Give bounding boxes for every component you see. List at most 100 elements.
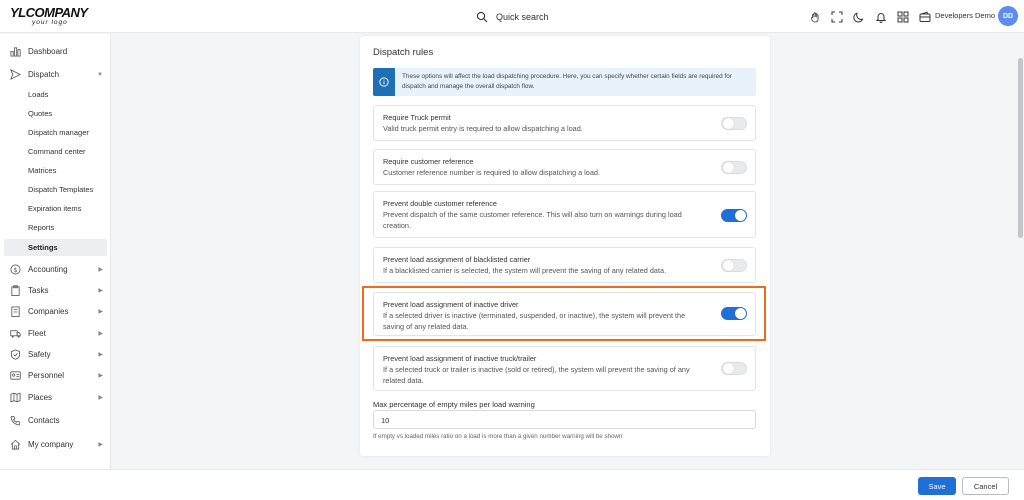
sidebar-item-fleet[interactable]: Fleet ▶ [4,325,107,342]
save-button[interactable]: Save [918,477,956,495]
rule-description: If a selected truck or trailer is inacti… [383,365,690,385]
toggle-prevent-double-customer-reference[interactable] [721,209,747,222]
sidebar-item-safety[interactable]: Safety ▶ [4,346,107,363]
sidebar-subitem-label: Expiration items [28,204,82,213]
chevron-right-icon: ▶ [98,309,103,315]
sidebar-item-label: Contacts [28,416,60,425]
sidebar-subitem-expiration-items[interactable]: Expiration items [4,200,107,217]
sidebar-subitem-label: Loads [28,90,49,99]
dollar-icon: $ [9,264,21,276]
toggle-prevent-inactive-truck-trailer[interactable] [721,362,747,375]
svg-text:$: $ [13,266,17,274]
sidebar-subitem-loads[interactable]: Loads [4,86,107,103]
rule-title: Require Truck permit [383,113,451,122]
sidebar-item-my-company[interactable]: My company ▶ [4,436,107,453]
max-empty-miles-label: Max percentage of empty miles per load w… [373,400,535,409]
company-logo[interactable]: YLCOMPANY your logo [10,6,88,28]
cancel-button[interactable]: Cancel [962,477,1009,495]
logo-main-text: YLCOMPANY [10,5,88,20]
home-icon [9,439,21,451]
search-icon [476,11,488,23]
sidebar-item-contacts[interactable]: Contacts [4,412,107,429]
sidebar-item-label: Dispatch [28,70,60,79]
toggle-knob [723,363,734,374]
sidebar-subitem-dispatch-manager[interactable]: Dispatch manager [4,124,107,141]
fullscreen-icon[interactable] [826,9,848,24]
sidebar-subitem-label: Dispatch Templates [28,185,94,194]
sidebar: Dashboard Dispatch ▼ Loads Quotes Dispat… [0,34,111,469]
toggle-knob [735,210,746,221]
rule-description: Customer reference number is required to… [383,168,600,177]
sidebar-subitem-label: Quotes [28,109,53,118]
apps-grid-icon[interactable] [892,9,914,24]
quick-search[interactable]: Quick search [476,9,549,25]
sidebar-subitem-quotes[interactable]: Quotes [4,105,107,122]
chevron-right-icon: ▶ [98,395,103,401]
sidebar-item-accounting[interactable]: $ Accounting ▶ [4,261,107,278]
sidebar-item-tasks[interactable]: Tasks ▶ [4,282,107,299]
sidebar-subitem-command-center[interactable]: Command center [4,143,107,160]
rule-title: Require customer reference [383,157,474,166]
rule-prevent-inactive-truck-trailer: Prevent load assignment of inactive truc… [373,346,756,391]
rule-title: Prevent load assignment of inactive truc… [383,354,537,363]
chevron-right-icon: ▶ [98,442,103,448]
sidebar-item-companies[interactable]: Companies ▶ [4,303,107,320]
info-icon [373,68,395,96]
sidebar-item-label: Fleet [28,329,46,338]
avatar[interactable]: DD [998,6,1018,26]
moon-icon[interactable] [848,9,870,24]
sidebar-item-places[interactable]: Places ▶ [4,389,107,406]
building-icon [9,306,21,318]
sidebar-item-label: Companies [28,307,69,316]
id-card-icon [9,370,21,382]
clipboard-icon [9,285,21,297]
rule-description: If a blacklisted carrier is selected, th… [383,266,667,275]
sidebar-item-dashboard[interactable]: Dashboard [4,43,107,60]
info-text: These options will affect the load dispa… [402,73,732,90]
bell-icon[interactable] [870,9,892,24]
sidebar-subitem-label: Command center [28,147,86,156]
wallet-icon[interactable] [914,9,936,24]
card-title: Dispatch rules [373,47,434,58]
sidebar-item-label: Dashboard [28,47,68,56]
sidebar-subitem-reports[interactable]: Reports [4,219,107,236]
chevron-right-icon: ▶ [98,331,103,337]
sidebar-subitem-matrices[interactable]: Matrices [4,162,107,179]
phone-icon [9,415,21,427]
highlight-frame [362,286,766,341]
user-name[interactable]: Developers Demo [935,11,995,20]
sidebar-subitem-label: Reports [28,223,55,232]
sidebar-item-label: Safety [28,350,51,359]
sidebar-item-label: My company [28,440,74,449]
bar-chart-icon [9,46,21,58]
max-empty-miles-input[interactable]: 10 [373,410,756,429]
shield-icon [9,349,21,361]
sidebar-subitem-dispatch-templates[interactable]: Dispatch Templates [4,181,107,198]
send-icon [9,69,21,81]
footer-bar [0,469,1024,500]
toggle-prevent-blacklisted-carrier[interactable] [721,259,747,272]
rule-title: Prevent double customer reference [383,199,497,208]
sidebar-item-label: Accounting [28,265,68,274]
chevron-down-icon: ▼ [97,71,103,78]
chevron-right-icon: ▶ [98,352,103,358]
sidebar-subitem-label: Dispatch manager [28,128,89,137]
chevron-right-icon: ▶ [98,267,103,273]
rule-description: Valid truck permit entry is required to … [383,124,583,133]
scrollbar-thumb[interactable] [1018,58,1023,238]
sidebar-item-personnel[interactable]: Personnel ▶ [4,367,107,384]
toggle-require-customer-reference[interactable] [721,161,747,174]
sidebar-subitem-settings[interactable]: Settings [4,239,107,256]
sidebar-item-dispatch[interactable]: Dispatch ▼ [4,66,107,83]
rule-prevent-blacklisted-carrier: Prevent load assignment of blacklisted c… [373,247,756,283]
rule-title: Prevent load assignment of blacklisted c… [383,255,531,264]
info-banner: These options will affect the load dispa… [373,68,756,96]
dispatch-rules-card: Dispatch rules These options will affect… [360,36,770,456]
hand-icon[interactable] [804,9,826,24]
rule-prevent-double-customer-reference: Prevent double customer reference Preven… [373,191,756,238]
toggle-require-truck-permit[interactable] [721,117,747,130]
rule-require-truck-permit: Require Truck permit Valid truck permit … [373,105,756,141]
rule-require-customer-reference: Require customer reference Customer refe… [373,149,756,185]
toggle-knob [723,162,734,173]
max-empty-miles-help: If empty vs loaded miles ratio on a load… [373,433,623,440]
